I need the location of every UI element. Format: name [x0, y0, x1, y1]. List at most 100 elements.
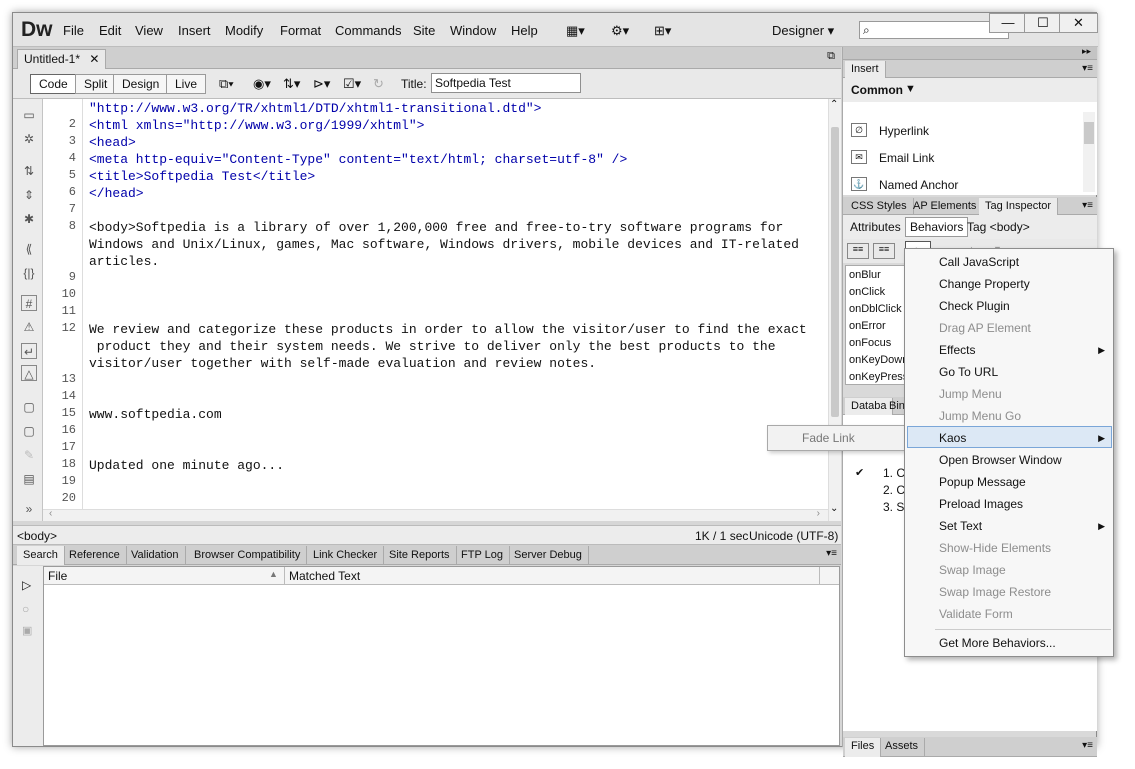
insert-hyperlink[interactable]: Hyperlink [879, 124, 929, 138]
insert-category-select[interactable]: Common [851, 83, 903, 97]
insert-email-link[interactable]: Email Link [879, 151, 934, 165]
event-item[interactable]: onFocus [849, 337, 891, 349]
menu-item-go-to-url[interactable]: Go To URL [939, 365, 998, 379]
menu-insert[interactable]: Insert [178, 23, 211, 38]
menu-item-validate-form[interactable]: Validate Form [939, 607, 1013, 621]
menu-item-check-plugin[interactable]: Check Plugin [939, 299, 1010, 313]
menu-item-get-more-behaviors[interactable]: Get More Behaviors... [939, 636, 1056, 650]
menu-item-preload-images[interactable]: Preload Images [939, 497, 1023, 511]
maximize-button[interactable]: ☐ [1024, 13, 1062, 33]
show-code-navigator-icon[interactable]: ✲ [21, 131, 37, 147]
stop-icon[interactable]: ○ [22, 602, 29, 616]
menu-view[interactable]: View [135, 23, 163, 38]
menu-item-swap-image-restore[interactable]: Swap Image Restore [939, 585, 1051, 599]
tab-link-checker[interactable]: Link Checker [307, 546, 385, 565]
column-divider[interactable] [819, 567, 820, 585]
restore-doc-icon[interactable]: ⧉ [827, 50, 835, 63]
browser-preview-icon[interactable]: ◉▾ [253, 76, 271, 92]
layout-icon[interactable]: ▦▾ [566, 23, 585, 39]
attributes-button[interactable]: Attributes [850, 220, 901, 234]
menu-item-show-hide-elements[interactable]: Show-Hide Elements [939, 541, 1051, 555]
more-tools-icon[interactable]: » [21, 501, 37, 517]
collapse-dock-icon[interactable]: ▸▸ [1082, 46, 1091, 57]
tab-validation[interactable]: Validation [125, 546, 186, 565]
word-wrap-icon[interactable]: ↵ [21, 343, 37, 359]
code-view-button[interactable]: Code [30, 74, 77, 94]
show-all-events-icon[interactable]: ≡≡ [873, 243, 895, 259]
menu-file[interactable]: File [63, 23, 84, 38]
tag-selector[interactable]: <body> [17, 529, 57, 543]
validation-icon[interactable]: ☑▾ [343, 76, 361, 92]
scroll-right-icon[interactable]: › [817, 508, 820, 519]
select-parent-tag-icon[interactable]: ⟪ [21, 241, 37, 257]
code-vertical-scrollbar[interactable]: ⌃ ⌄ [828, 99, 841, 521]
tab-server-debug[interactable]: Server Debug [508, 546, 589, 565]
visual-aids-icon[interactable]: ⊳▾ [313, 76, 330, 92]
chevron-down-icon[interactable]: ▼ [905, 83, 916, 95]
close-window-button[interactable]: ✕ [1059, 13, 1098, 33]
search-input[interactable]: ⌕ [859, 21, 1009, 39]
scroll-down-icon[interactable]: ⌄ [830, 503, 838, 514]
collapse-selection-icon[interactable]: ⇕ [21, 187, 37, 203]
show-set-events-icon[interactable]: ≡≡ [847, 243, 869, 259]
scroll-left-icon[interactable]: ‹ [49, 508, 52, 519]
insert-named-anchor[interactable]: Named Anchor [879, 178, 958, 192]
menu-item-set-text[interactable]: Set Text [939, 519, 982, 533]
multiscreen-icon[interactable]: ⧉▾ [219, 76, 234, 92]
menu-site[interactable]: Site [413, 23, 435, 38]
apply-comment-icon[interactable]: ▢ [21, 399, 37, 415]
tab-search[interactable]: Search [17, 546, 65, 565]
menu-edit[interactable]: Edit [99, 23, 121, 38]
code-horizontal-scrollbar[interactable]: ‹ › [43, 508, 828, 521]
insert-scrollbar[interactable] [1083, 112, 1095, 192]
menu-item-call-javascript[interactable]: Call JavaScript [939, 255, 1019, 269]
menu-item-swap-image[interactable]: Swap Image [939, 563, 1006, 577]
live-view-button[interactable]: Live [166, 74, 207, 94]
menu-item-open-browser-window[interactable]: Open Browser Window [939, 453, 1062, 467]
event-item[interactable]: onBlur [849, 269, 881, 281]
collapse-tag-icon[interactable]: ⇅ [21, 163, 37, 179]
panel-options-icon[interactable]: ▾≡ [826, 548, 837, 559]
column-file[interactable]: File [48, 569, 67, 583]
tab-ap-elements[interactable]: AP Elements [907, 198, 984, 215]
balance-braces-icon[interactable]: {|} [21, 265, 37, 281]
open-documents-icon[interactable]: ▭ [21, 107, 37, 123]
menu-commands[interactable]: Commands [335, 23, 401, 38]
event-item[interactable]: onClick [849, 286, 885, 298]
recent-snippets-icon[interactable]: ▤ [21, 471, 37, 487]
panel-options-icon[interactable]: ▾≡ [1082, 63, 1093, 74]
remove-comment-icon[interactable]: ▢ [21, 423, 37, 439]
behaviors-button[interactable]: Behaviors [905, 217, 969, 237]
insert-scroll-thumb[interactable] [1084, 122, 1094, 144]
syntax-error-icon[interactable]: △ [21, 365, 37, 381]
workspace-switcher[interactable]: Designer ▾ [772, 23, 834, 39]
tab-ftp-log[interactable]: FTP Log [455, 546, 510, 565]
event-item[interactable]: onKeyDown [849, 354, 904, 366]
minimize-button[interactable]: — [989, 13, 1027, 33]
split-view-button[interactable]: Split [75, 74, 117, 94]
menu-modify[interactable]: Modify [225, 23, 263, 38]
column-matched-text[interactable]: Matched Text [289, 569, 360, 583]
wrap-tag-icon[interactable]: ✎ [21, 447, 37, 463]
menu-item-effects[interactable]: Effects [939, 343, 975, 357]
menu-window[interactable]: Window [450, 23, 496, 38]
close-tab-icon[interactable]: ✕ [89, 52, 99, 66]
scroll-thumb[interactable] [831, 127, 839, 417]
tab-files[interactable]: Files [845, 738, 882, 757]
event-item[interactable]: onKeyPress [849, 371, 904, 383]
file-management-icon[interactable]: ⇅▾ [283, 76, 300, 92]
menu-item-popup-message[interactable]: Popup Message [939, 475, 1026, 489]
menu-item-jump-menu[interactable]: Jump Menu [939, 387, 1002, 401]
panel-options-icon[interactable]: ▾≡ [1082, 200, 1093, 211]
panel-options-icon[interactable]: ▾≡ [1082, 740, 1093, 751]
menu-item-jump-menu-go[interactable]: Jump Menu Go [939, 409, 1021, 423]
tab-insert[interactable]: Insert [845, 61, 886, 78]
menu-help[interactable]: Help [511, 23, 538, 38]
tab-site-reports[interactable]: Site Reports [383, 546, 457, 565]
line-numbers-icon[interactable]: # [21, 295, 37, 311]
highlight-invalid-icon[interactable]: ⚠ [21, 319, 37, 335]
tab-reference[interactable]: Reference [63, 546, 127, 565]
document-tab[interactable]: Untitled-1* ✕ [17, 49, 107, 69]
document-title-input[interactable]: Softpedia Test [431, 73, 581, 93]
expand-all-icon[interactable]: ✱ [21, 211, 37, 227]
